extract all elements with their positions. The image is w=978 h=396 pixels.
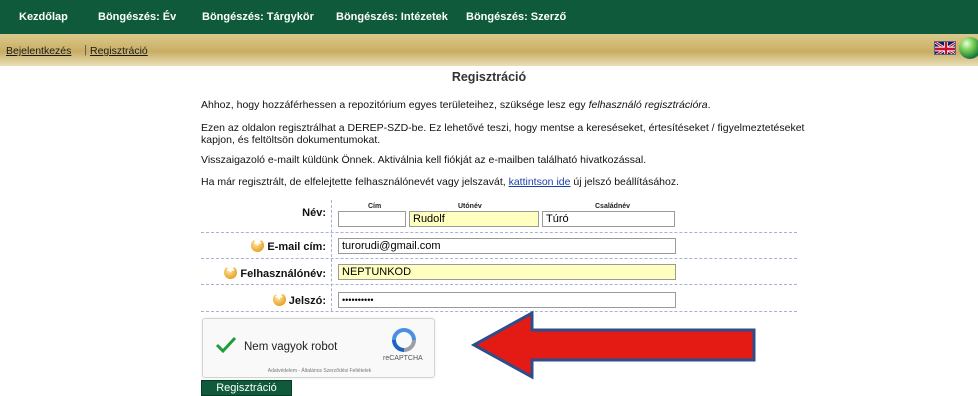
form-row-divider xyxy=(201,284,797,285)
sub-navigation: Bejelentkezés | Regisztráció xyxy=(0,34,978,66)
title-input[interactable] xyxy=(338,211,406,227)
family-name-input[interactable] xyxy=(542,211,675,227)
page-title: Regisztráció xyxy=(451,70,527,84)
password-field[interactable]: •••••••••• xyxy=(338,292,676,308)
nav-browse-year[interactable]: Böngészés: Év xyxy=(98,11,176,23)
name-label: Név: xyxy=(302,207,326,219)
recaptcha-widget: Nem vagyok robot reCAPTCHA Adatvédelem -… xyxy=(202,318,435,378)
checkmark-icon[interactable] xyxy=(215,336,237,354)
nav-browse-institutes[interactable]: Böngészés: Intézetek xyxy=(336,11,448,23)
title-sublabel: Cím xyxy=(368,203,382,210)
form-row-divider xyxy=(201,232,797,233)
top-navigation: Kezdőlap Böngészés: Év Böngészés: Tárgyk… xyxy=(0,0,978,34)
username-label: Felhasználónév: xyxy=(220,264,326,280)
required-star-icon xyxy=(272,291,286,306)
username-field[interactable] xyxy=(338,264,676,280)
login-link[interactable]: Bejelentkezés xyxy=(6,45,71,57)
confirmation-paragraph: Visszaigazoló e-mailt küldünk Önnek. Akt… xyxy=(201,154,647,166)
separator: | xyxy=(84,44,87,56)
form-column-divider xyxy=(331,200,332,311)
required-star-icon xyxy=(224,264,238,279)
given-name-input[interactable] xyxy=(409,211,539,227)
recaptcha-terms[interactable]: Adatvédelem - Általános Szerződési Felté… xyxy=(203,368,436,374)
email-label: E-mail cím: xyxy=(230,237,326,253)
recaptcha-logo-icon xyxy=(392,328,416,352)
required-star-icon xyxy=(251,237,265,252)
nav-browse-subject[interactable]: Böngészés: Tárgykör xyxy=(202,11,314,23)
red-arrow-icon xyxy=(470,310,756,380)
password-label: Jelszó: xyxy=(240,291,326,307)
email-field[interactable] xyxy=(338,238,676,254)
form-row-divider xyxy=(201,258,797,259)
uk-flag-icon[interactable] xyxy=(934,41,956,55)
recaptcha-brand: reCAPTCHA xyxy=(383,355,423,362)
forgot-paragraph: Ha már regisztrált, de elfelejtette felh… xyxy=(201,176,680,188)
globe-icon[interactable] xyxy=(959,37,978,59)
nav-browse-author[interactable]: Böngészés: Szerző xyxy=(466,11,566,23)
nav-home[interactable]: Kezdőlap xyxy=(19,11,68,23)
not-robot-label[interactable]: Nem vagyok robot xyxy=(244,341,337,353)
register-link[interactable]: Regisztráció xyxy=(90,45,148,57)
reset-password-link[interactable]: kattintson ide xyxy=(509,176,571,188)
family-name-sublabel: Családnév xyxy=(595,203,631,210)
register-submit-button[interactable]: Regisztráció xyxy=(201,380,292,396)
given-name-sublabel: Utónév xyxy=(458,203,482,210)
description-paragraph: Ezen az oldalon regisztrálhat a DEREP-SZ… xyxy=(201,122,805,146)
intro-paragraph: Ahhoz, hogy hozzáférhessen a repozitóriu… xyxy=(201,99,711,111)
